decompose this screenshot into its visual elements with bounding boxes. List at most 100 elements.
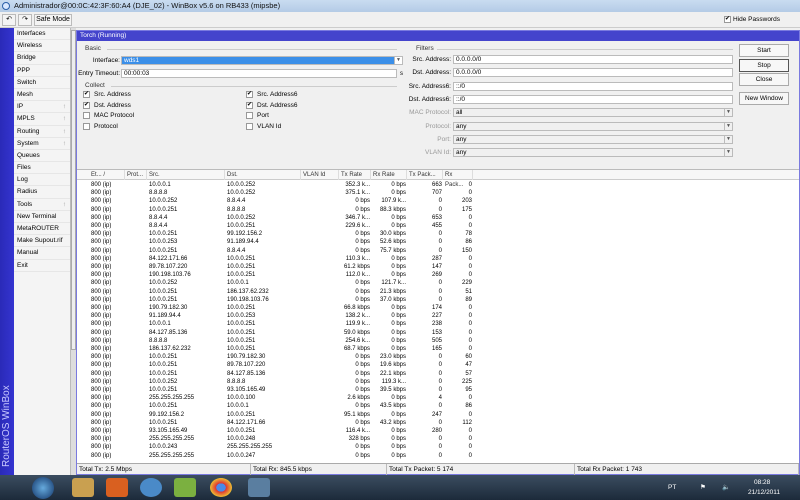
table-row[interactable]: 800 (ip) 10.0.0.252 8.8.4.4 0 bps 107.9 k...… <box>77 197 799 205</box>
start-button[interactable] <box>32 477 54 499</box>
sidebar-item-new-terminal[interactable]: New Terminal <box>14 211 70 223</box>
dst-address-checkbox[interactable]: ✔ <box>83 101 90 109</box>
dst-address6-input[interactable]: ::/0 <box>453 94 733 104</box>
interface-select[interactable]: wds1 ▼ <box>121 56 403 65</box>
table-row[interactable]: 800 (ip) 10.0.0.251 186.137.62.232 0 bps 21.… <box>77 288 799 296</box>
start-button[interactable]: Start <box>739 44 789 57</box>
mac-protocol-checkbox[interactable] <box>83 112 90 119</box>
table-row[interactable]: 800 (ip) 190.79.182.30 10.0.0.251 66.8 kbps… <box>77 304 799 312</box>
protocol-checkbox[interactable] <box>83 122 90 130</box>
column-header-prot[interactable]: Prot... <box>125 170 147 180</box>
table-row[interactable]: 800 (ip) 10.0.0.251 93.105.165.49 0 bps 39.5… <box>77 386 799 394</box>
sidebar-item-switch[interactable]: Switch <box>14 77 70 89</box>
dropdown-arrow-icon[interactable]: ▼ <box>724 109 732 117</box>
table-row[interactable]: 800 (ip) 10.0.0.252 10.0.0.1 0 bps 121.7 k..… <box>77 279 799 287</box>
table-row[interactable]: 800 (ip) 89.78.107.220 10.0.0.251 61.2 kbps… <box>77 263 799 271</box>
table-row[interactable]: 800 (ip) 190.198.103.76 10.0.0.251 112.0 k.… <box>77 271 799 279</box>
table-row[interactable]: 800 (ip) 255.255.255.255 10.0.0.100 2.6 kbp… <box>77 394 799 402</box>
hide-passwords-checkbox[interactable]: ✔ <box>724 16 731 23</box>
sidebar-item-wireless[interactable]: Wireless <box>14 40 70 53</box>
column-header-rx-pack[interactable]: Rx Pack... <box>443 170 473 188</box>
sidebar-item-tools[interactable]: Tools ↑ <box>14 199 70 211</box>
table-row[interactable]: 800 (ip) 10.0.0.251 84.122.171.66 0 bps 43.2… <box>77 419 799 427</box>
table-row[interactable]: 800 (ip) 8.8.8.8 10.0.0.251 254.6 k... 0 bps… <box>77 337 799 345</box>
table-row[interactable]: 800 (ip) 10.0.0.251 99.192.156.2 0 bps 30.0 … <box>77 230 799 238</box>
media-player-taskbar-icon[interactable] <box>106 478 128 497</box>
table-row[interactable]: 800 (ip) 10.0.0.251 8.8.8.8 0 bps 88.3 kbps 0… <box>77 206 799 214</box>
column-header-dst[interactable]: Dst. <box>225 170 301 180</box>
sidebar-item-manual[interactable]: Manual <box>14 247 70 260</box>
sidebar-item-ip[interactable]: IP ↑ <box>14 101 70 114</box>
explorer-taskbar-icon[interactable] <box>72 478 94 497</box>
sidebar-item-system[interactable]: System ↑ <box>14 138 70 150</box>
flag-icon[interactable]: ⚑ <box>700 483 706 491</box>
sidebar-item-routing[interactable]: Routing ↑ <box>14 126 70 138</box>
table-row[interactable]: 800 (ip) 10.0.0.251 190.198.103.76 0 bps 37.… <box>77 296 799 304</box>
column-header-tx-pack[interactable]: Tx Pack... <box>407 170 443 180</box>
sidebar-item-radius[interactable]: Radius <box>14 186 70 199</box>
dst-address-input[interactable]: 0.0.0.0/0 <box>453 68 733 78</box>
column-header-rx-rate[interactable]: Rx Rate <box>371 170 407 180</box>
table-row[interactable]: 800 (ip) 8.8.4.4 10.0.0.252 346.7 k... 0 bps… <box>77 214 799 222</box>
undo-button[interactable]: ↶ <box>2 14 16 26</box>
entry-timeout-input[interactable]: 00:00:03 <box>121 69 397 78</box>
table-row[interactable]: 800 (ip) 84.122.171.66 10.0.0.251 110.3 k..… <box>77 255 799 263</box>
clock-date[interactable]: 21/12/2011 <box>748 489 780 496</box>
redo-button[interactable]: ↷ <box>18 14 32 26</box>
sidebar-item-exit[interactable]: Exit <box>14 260 70 272</box>
src-address-checkbox[interactable]: ✔ <box>83 91 90 98</box>
sidebar-item-log[interactable]: Log <box>14 174 70 187</box>
chrome-taskbar-icon[interactable] <box>210 478 232 497</box>
table-row[interactable]: 800 (ip) 8.8.8.8 10.0.0.252 375.1 k... 0 bps… <box>77 189 799 197</box>
column-header-vlan-id[interactable]: VLAN Id <box>301 170 339 180</box>
src-address6-checkbox[interactable]: ✔ <box>246 91 253 98</box>
port-checkbox[interactable] <box>246 112 253 119</box>
column-header-src[interactable]: Src. <box>147 170 225 180</box>
sidebar-item-queues[interactable]: Queues <box>14 150 70 163</box>
table-row[interactable]: 800 (ip) 10.0.0.1 10.0.0.251 119.9 k... 0 bp… <box>77 320 799 328</box>
column-header-et[interactable]: Et... / <box>89 170 125 180</box>
table-row[interactable]: 800 (ip) 10.0.0.251 190.79.182.30 0 bps 23.0… <box>77 353 799 361</box>
vlan-id-checkbox[interactable] <box>246 122 253 130</box>
table-row[interactable]: 800 (ip) 91.189.94.4 10.0.0.253 138.2 k... 0… <box>77 312 799 320</box>
table-row[interactable]: 800 (ip) 8.8.4.4 10.0.0.251 229.6 k... 0 bps… <box>77 222 799 230</box>
table-row[interactable]: 800 (ip) 186.137.62.232 10.0.0.251 68.7 kbp… <box>77 345 799 353</box>
vlan-id-select[interactable]: any ▼ <box>453 148 733 158</box>
mac-protocol-select[interactable]: all ▼ <box>453 108 733 118</box>
sidebar-item-files[interactable]: Files <box>14 162 70 175</box>
dropdown-arrow-icon[interactable]: ▼ <box>724 122 732 130</box>
clock-time[interactable]: 08:28 <box>754 479 770 486</box>
table-row[interactable]: 800 (ip) 255.255.255.255 10.0.0.247 0 bps 0 … <box>77 452 799 460</box>
table-row[interactable]: 800 (ip) 255.255.255.255 10.0.0.248 328 bps… <box>77 435 799 443</box>
src-address-input[interactable]: 0.0.0.0/0 <box>453 55 733 64</box>
sidebar-item-bridge[interactable]: Bridge <box>14 52 70 65</box>
sidebar-item-mesh[interactable]: Mesh <box>14 89 70 102</box>
language-indicator[interactable]: PT <box>668 484 676 491</box>
table-row[interactable]: 800 (ip) 10.0.0.1 10.0.0.252 352.3 k... 0 bp… <box>77 181 799 189</box>
winbox-taskbar-icon[interactable] <box>248 478 270 497</box>
table-row[interactable]: 800 (ip) 10.0.0.251 10.0.0.1 0 bps 43.5 kbps… <box>77 402 799 410</box>
dropdown-arrow-icon[interactable]: ▼ <box>724 135 732 143</box>
src-address6-input[interactable]: ::/0 <box>453 81 733 91</box>
table-row[interactable]: 800 (ip) 10.0.0.251 89.78.107.220 0 bps 19.6… <box>77 361 799 369</box>
close-button[interactable]: Close <box>739 73 789 86</box>
sidebar-item-interfaces[interactable]: Interfaces <box>14 28 70 41</box>
dst-address6-checkbox[interactable]: ✔ <box>246 101 253 109</box>
sidebar-item-make-supout-rif[interactable]: Make Supout.rif <box>14 235 70 248</box>
table-row[interactable]: 800 (ip) 93.105.165.49 10.0.0.251 116.4 k..… <box>77 427 799 435</box>
new-window-button[interactable]: New Window <box>739 92 789 105</box>
table-row[interactable]: 800 (ip) 10.0.0.253 91.189.94.4 0 bps 52.6 k… <box>77 238 799 246</box>
dropdown-arrow-icon[interactable]: ▼ <box>724 149 732 157</box>
volume-icon[interactable]: 🔈 <box>722 483 730 491</box>
messenger-taskbar-icon[interactable] <box>174 478 196 497</box>
table-row[interactable]: 800 (ip) 10.0.0.252 8.8.8.8 0 bps 119.3 k...… <box>77 378 799 386</box>
sidebar-item-ppp[interactable]: PPP <box>14 65 70 77</box>
table-row[interactable]: 800 (ip) 10.0.0.251 84.127.85.136 0 bps 22.1… <box>77 370 799 378</box>
protocol-select[interactable]: any ▼ <box>453 121 733 131</box>
sidebar-item-metarouter[interactable]: MetaROUTER <box>14 223 70 236</box>
port-select[interactable]: any ▼ <box>453 134 733 144</box>
app-taskbar-icon[interactable] <box>140 478 162 497</box>
safe-mode-button[interactable]: Safe Mode <box>34 14 72 26</box>
column-header-tx-rate[interactable]: Tx Rate <box>339 170 371 180</box>
table-row[interactable]: 800 (ip) 99.192.156.2 10.0.0.251 95.1 kbps 0… <box>77 411 799 419</box>
